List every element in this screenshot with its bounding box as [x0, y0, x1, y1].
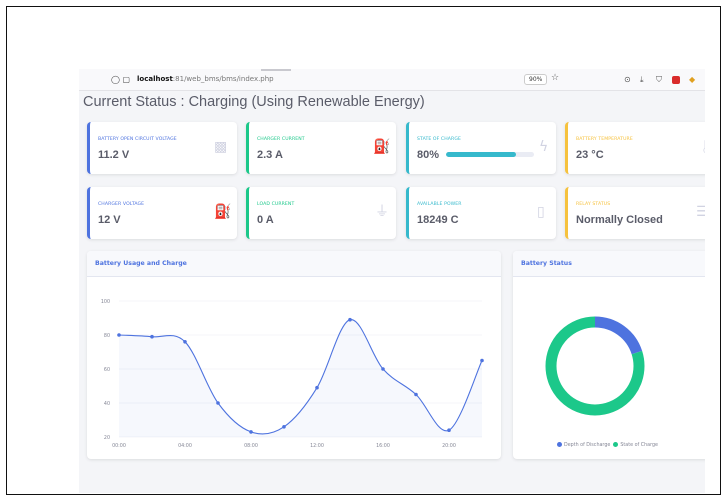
card-label: Battery Open Circuit Voltage — [98, 137, 177, 142]
x-tick-label: 00:00 — [112, 443, 126, 449]
card-load-current: Load Current 0 A ⏚ — [246, 187, 396, 239]
x-tick-label: 16:00 — [376, 443, 390, 449]
card-label: Relay Status — [576, 202, 611, 207]
y-tick-label: 60 — [104, 367, 110, 373]
card-label: Battery Temperature — [576, 137, 633, 142]
data-point[interactable] — [216, 401, 220, 405]
extension-red-icon[interactable] — [672, 76, 680, 84]
card-value: 11.2 V — [98, 149, 130, 161]
card-battery-temperature: Battery Temperature 23 °C 🌡 — [565, 122, 705, 174]
data-point[interactable] — [150, 334, 154, 339]
plug-icon: ⏚ — [375, 204, 389, 220]
pocket-icon[interactable]: ⊙ — [624, 75, 631, 84]
card-label: Charger Voltage — [98, 202, 145, 207]
y-tick-label: 40 — [104, 401, 110, 407]
data-point[interactable] — [249, 430, 253, 434]
card-state-of-charge: State of Charge 80% ϟ — [406, 122, 556, 174]
card-label: Load Current — [257, 202, 295, 207]
card-value: 2.3 A — [257, 149, 283, 161]
data-point[interactable] — [183, 340, 187, 344]
data-point[interactable] — [117, 333, 121, 337]
chart-legend: Depth of Discharge State of Charge — [557, 442, 658, 448]
card-available-power: Available Power 18249 C ▯ — [406, 187, 556, 239]
data-point[interactable] — [348, 317, 352, 322]
charging-station-icon: ⛽ — [373, 139, 391, 155]
browser-window: ◯ ▢ localhost:81/web_bms/bms/index.php 9… — [79, 69, 705, 493]
panel-header: Battery Status — [513, 251, 705, 277]
shield-ext-icon[interactable]: ⛉ — [656, 75, 662, 85]
card-relay-status: Relay Status Normally Closed ☰ — [565, 187, 705, 239]
x-tick-label: 20:00 — [442, 443, 456, 449]
download-icon[interactable]: ⤓ — [640, 75, 644, 85]
card-value: 0 A — [257, 214, 274, 226]
y-tick-label: 80 — [104, 333, 110, 339]
card-value: 18249 C — [417, 214, 459, 226]
data-point[interactable] — [447, 428, 451, 432]
battery-status-chart — [545, 316, 645, 416]
card-label: Available Power — [417, 202, 462, 207]
card-value: 12 V — [98, 214, 121, 226]
card-value: Normally Closed — [576, 214, 663, 226]
card-value: 23 °C — [576, 149, 604, 161]
y-tick-label: 100 — [101, 299, 110, 305]
zoom-level[interactable]: 90% — [524, 74, 548, 85]
extension-color-icon[interactable]: ◆ — [689, 75, 695, 84]
state-of-charge-progress-bar — [446, 152, 534, 157]
y-tick-label: 20 — [104, 435, 110, 441]
car-battery-icon: ▩ — [214, 139, 228, 155]
panel-header: Battery Usage and Charge — [87, 251, 501, 277]
card-value: 80% — [417, 149, 440, 161]
card-label: Charger Current — [257, 137, 305, 142]
card-battery-voltage: Battery Open Circuit Voltage 11.2 V ▩ — [87, 122, 237, 174]
x-tick-label: 12:00 — [310, 443, 324, 449]
area-fill — [119, 319, 482, 437]
battery-status-panel: Battery Status Depth of Discharge State … — [513, 251, 705, 459]
bolt-icon: ϟ — [539, 139, 549, 155]
card-charger-current: Charger Current 2.3 A ⛽ — [246, 122, 396, 174]
tab-indicator — [261, 69, 291, 71]
legend-swatch — [557, 442, 562, 447]
server-icon: ☰ — [696, 204, 705, 220]
battery-usage-panel: Battery Usage and Charge 20 40 60 80 100 00:0… — [87, 251, 501, 459]
card-charger-voltage: Charger Voltage 12 V ⛽ — [87, 187, 237, 239]
bookmark-star-icon[interactable]: ☆ — [551, 73, 559, 83]
charging-station-icon: ⛽ — [214, 204, 232, 220]
x-tick-label: 04:00 — [178, 443, 192, 449]
progress-fill — [446, 152, 517, 157]
thermometer-icon: 🌡 — [698, 140, 705, 154]
legend-label: State of Charge — [620, 443, 658, 448]
card-label: State of Charge — [417, 137, 461, 142]
url-bar[interactable]: ◯ ▢ localhost:81/web_bms/bms/index.php 9… — [79, 69, 705, 91]
data-point[interactable] — [282, 425, 286, 429]
data-point[interactable] — [480, 358, 484, 363]
data-point[interactable] — [381, 367, 385, 371]
legend-swatch — [613, 442, 619, 447]
data-point[interactable] — [414, 392, 418, 397]
x-tick-label: 08:00 — [244, 443, 258, 449]
battery-usage-chart: 20 40 60 80 100 00:00 04:00 08:00 12:00 16:00 20:0… — [101, 299, 484, 449]
battery-icon: ▯ — [537, 204, 545, 220]
url-text[interactable]: localhost:81/web_bms/bms/index.php — [137, 75, 274, 83]
legend-label: Depth of Discharge — [564, 443, 611, 448]
data-point[interactable] — [315, 385, 319, 390]
shield-icon[interactable]: ◯ ▢ — [111, 75, 130, 84]
page-title: Current Status : Charging (Using Renewab… — [83, 94, 425, 110]
screenshot-frame: ◯ ▢ localhost:81/web_bms/bms/index.php 9… — [6, 6, 721, 495]
